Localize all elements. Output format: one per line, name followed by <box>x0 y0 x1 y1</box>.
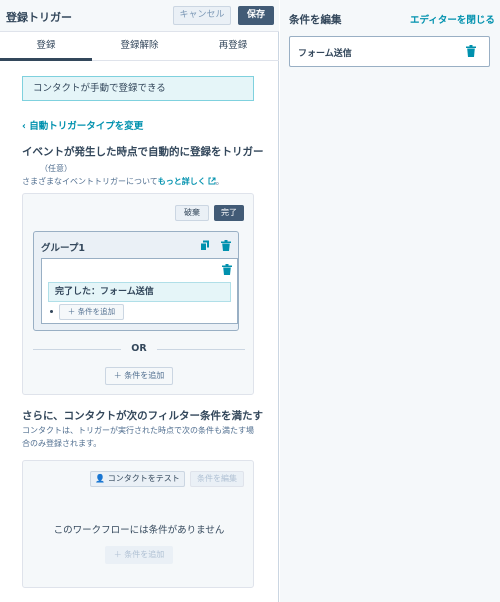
discard-button[interactable]: 破棄 <box>175 205 209 221</box>
form-submission-card[interactable]: フォーム送信 <box>289 36 490 67</box>
helper-suffix: 。 <box>215 177 224 186</box>
edit-conditions-button[interactable]: 条件を編集 <box>190 471 244 487</box>
external-link-icon[interactable] <box>208 177 216 185</box>
learn-more-link[interactable]: もっと詳しく <box>158 177 206 186</box>
group-title: グループ1 <box>41 243 86 254</box>
or-label: OR <box>131 343 147 354</box>
panel-title: 登録トリガー <box>6 11 72 24</box>
plus-icon: ＋ <box>113 371 125 380</box>
tab-bar: 登録 登録解除 再登録 <box>0 32 279 61</box>
filter-heading: さらに、コンタクトが次のフィルター条件を満たす <box>22 410 263 422</box>
plus-icon: ＋ <box>113 550 125 559</box>
delete-condition-icon[interactable] <box>222 264 232 275</box>
change-trigger-type-link[interactable]: ‹ 自動トリガータイプを変更 <box>22 118 143 132</box>
save-button[interactable]: 保存 <box>238 6 274 25</box>
condition-form-submission[interactable]: 完了した：フォーム送信 <box>48 282 231 302</box>
helper-text: さまざまなイベントトリガーについてもっと詳しく。 <box>22 176 224 187</box>
cancel-button[interactable]: キャンセル <box>173 6 231 25</box>
test-contact-button[interactable]: 👤 コンタクトをテスト <box>90 471 185 487</box>
panel-header: 登録トリガー キャンセル 保存 <box>0 0 279 32</box>
trigger-card: 破棄 完了 グループ1 完了した：フォーム送信 ＋ 条件を追加 OR ＋ 条件を… <box>22 193 254 395</box>
add-filter-condition-button[interactable]: ＋ 条件を追加 <box>105 546 173 564</box>
person-icon: 👤 <box>95 474 108 483</box>
trash-icon[interactable] <box>466 45 476 57</box>
condition-block: 完了した：フォーム送信 ＋ 条件を追加 <box>41 258 238 324</box>
condition-editor-panel: 条件を編集 エディターを閉じる フォーム送信 <box>280 0 500 602</box>
tab-enroll[interactable]: 登録 <box>0 32 92 61</box>
done-button[interactable]: 完了 <box>214 205 244 221</box>
delete-group-icon[interactable] <box>221 240 231 251</box>
trigger-editor-panel: 登録トリガー キャンセル 保存 登録 登録解除 再登録 コンタクトが手動で登録で… <box>0 0 279 602</box>
add-condition-label: 条件を追加 <box>124 371 165 380</box>
test-contact-label: コンタクトをテスト <box>107 474 180 483</box>
filter-description: コンタクトは、トリガーが実行された時点で次の条件も満たす場合のみ登録されます。 <box>22 426 254 448</box>
tab-reenroll[interactable]: 再登録 <box>187 32 279 61</box>
tab-unenroll[interactable]: 登録解除 <box>92 32 187 61</box>
plus-icon: ＋ <box>67 307 78 316</box>
helper-prefix: さまざまなイベントトリガーについて <box>22 177 158 186</box>
form-submission-label: フォーム送信 <box>298 49 352 59</box>
edit-conditions-title: 条件を編集 <box>289 14 342 26</box>
empty-conditions-text: このワークフローには条件がありません <box>53 525 225 536</box>
filter-card: 👤 コンタクトをテスト 条件を編集 このワークフローには条件がありません ＋ 条… <box>22 460 254 588</box>
add-or-condition-button[interactable]: ＋ 条件を追加 <box>105 367 173 385</box>
add-condition-label: 条件を追加 <box>77 307 116 316</box>
optional-label: （任意） <box>40 164 72 173</box>
trigger-heading: イベントが発生した時点で自動的に登録をトリガー <box>22 146 264 158</box>
close-editor-link[interactable]: エディターを閉じる <box>410 12 495 26</box>
add-condition-label: 条件を追加 <box>124 550 165 559</box>
or-divider-left <box>33 349 121 350</box>
add-condition-in-group-button[interactable]: ＋ 条件を追加 <box>59 304 124 320</box>
or-divider-right <box>157 349 245 350</box>
copy-icon[interactable] <box>200 240 210 251</box>
trigger-group: グループ1 完了した：フォーム送信 ＋ 条件を追加 <box>33 231 239 331</box>
bullet-dot <box>50 310 53 313</box>
manual-enroll-info: コンタクトが手動で登録できる <box>22 76 254 101</box>
